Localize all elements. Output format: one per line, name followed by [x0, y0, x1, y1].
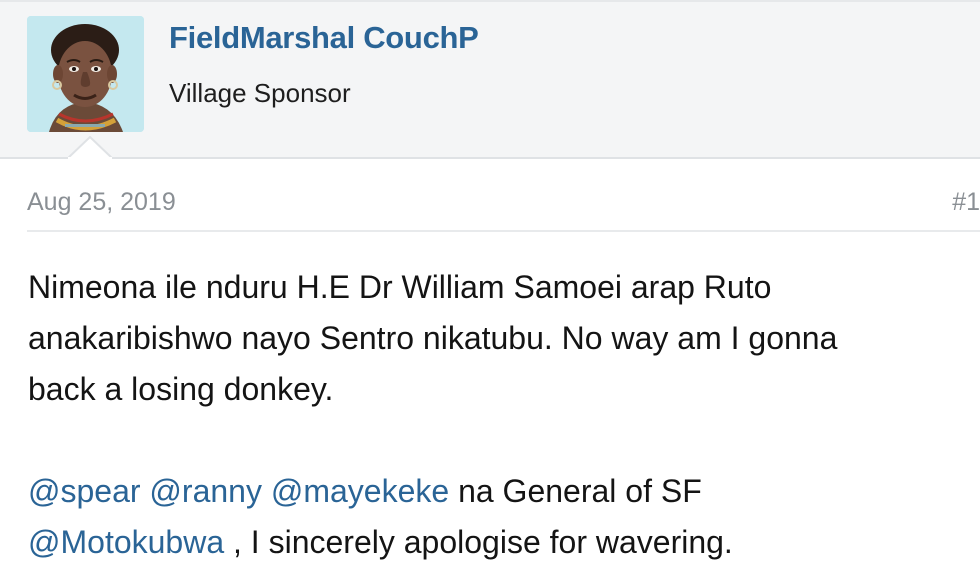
mention-link-spear[interactable]: @spear: [28, 473, 141, 509]
message-user-header: FieldMarshal CouchP Village Sponsor: [0, 0, 980, 159]
post-text: , I sincerely apologise for wavering.: [233, 524, 733, 560]
post-mentions-line: @Motokubwa , I sincerely apologise for w…: [28, 517, 978, 568]
username-link[interactable]: FieldMarshal CouchP: [169, 20, 479, 56]
user-avatar[interactable]: [27, 16, 144, 132]
post-meta-bar: Aug 25, 2019 #1: [27, 185, 980, 232]
mention-link-mayekeke[interactable]: @mayekeke: [271, 473, 449, 509]
post-text: na General of SF: [458, 473, 702, 509]
header-divider: [0, 0, 980, 2]
portrait-avatar-icon: [27, 16, 144, 132]
post-text-line: Nimeona ile nduru H.E Dr William Samoei …: [28, 269, 772, 305]
post-date-link[interactable]: Aug 25, 2019: [27, 188, 176, 217]
post-body: Nimeona ile nduru H.E Dr William Samoei …: [28, 262, 978, 568]
mention-link-motokubwa[interactable]: @Motokubwa: [28, 524, 224, 560]
post-number-link[interactable]: #1: [952, 188, 980, 217]
mention-link-ranny[interactable]: @ranny: [149, 473, 262, 509]
post-paragraph: Nimeona ile nduru H.E Dr William Samoei …: [28, 262, 978, 415]
post-mentions-line: @spear @ranny @mayekeke na General of SF: [28, 466, 978, 517]
user-title: Village Sponsor: [169, 78, 351, 108]
post-paragraph: @spear @ranny @mayekeke na General of SF…: [28, 466, 978, 568]
post-text-line: back a losing donkey.: [28, 371, 334, 407]
post-text-line: anakaribishwo nayo Sentro nikatubu. No w…: [28, 320, 838, 356]
